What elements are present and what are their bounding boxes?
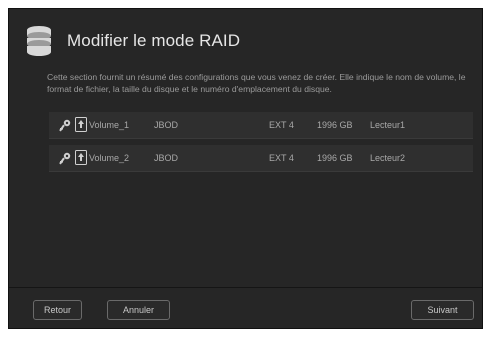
raid-dialog: Modifier le mode RAID Cette section four… bbox=[8, 8, 483, 329]
volume-icon bbox=[75, 150, 87, 165]
disk-slot: Lecteur1 bbox=[370, 120, 406, 130]
volume-icon bbox=[75, 117, 87, 132]
disk-size: 1996 GB bbox=[317, 153, 353, 163]
section-description: Cette section fournit un résumé des conf… bbox=[47, 72, 466, 94]
raid-format: JBOD bbox=[154, 120, 179, 130]
key-icon bbox=[59, 119, 71, 132]
dialog-header: Modifier le mode RAID bbox=[25, 21, 240, 61]
cancel-button[interactable]: Annuler bbox=[107, 300, 170, 320]
back-button[interactable]: Retour bbox=[33, 300, 82, 320]
dialog-title: Modifier le mode RAID bbox=[67, 31, 241, 50]
volume-row: Volume_1 JBOD EXT 4 1996 GB Lecteur1 bbox=[49, 112, 473, 139]
volume-name: Volume_2 bbox=[89, 153, 130, 163]
file-system: EXT 4 bbox=[269, 120, 294, 130]
raid-format: JBOD bbox=[154, 153, 179, 163]
disk-size: 1996 GB bbox=[317, 120, 353, 130]
disk-slot: Lecteur2 bbox=[370, 153, 406, 163]
footer-divider bbox=[9, 287, 482, 288]
volume-row: Volume_2 JBOD EXT 4 1996 GB Lecteur2 bbox=[49, 145, 473, 172]
file-system: EXT 4 bbox=[269, 153, 294, 163]
volume-name: Volume_1 bbox=[89, 120, 130, 130]
database-icon bbox=[27, 26, 51, 56]
next-button[interactable]: Suivant bbox=[411, 300, 474, 320]
key-icon bbox=[59, 152, 71, 165]
